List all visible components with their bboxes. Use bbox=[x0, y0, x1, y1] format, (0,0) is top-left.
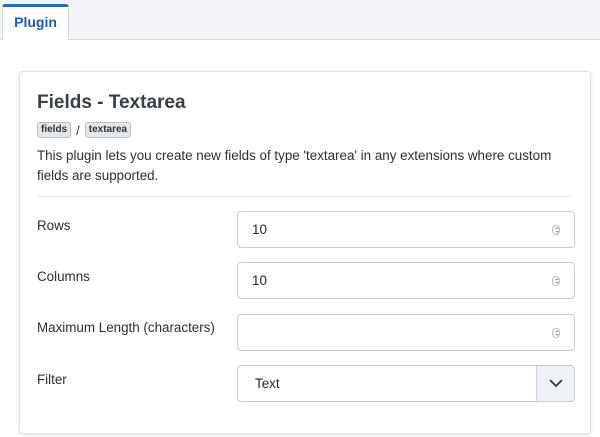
columns-value: 10 bbox=[252, 273, 267, 288]
tag-textarea: textarea bbox=[84, 122, 132, 138]
max-length-label: Maximum Length (characters) bbox=[37, 320, 215, 335]
chevron-down-icon[interactable] bbox=[536, 366, 574, 401]
columns-label: Columns bbox=[37, 269, 90, 284]
plugin-description: This plugin lets you create new fields o… bbox=[37, 148, 552, 183]
tab-bar: Plugin bbox=[0, 0, 600, 41]
tag-separator: / bbox=[76, 122, 80, 138]
tab-plugin[interactable]: Plugin bbox=[2, 4, 69, 41]
tag-fields: fields bbox=[37, 122, 72, 138]
plugin-card: Fields - Textarea fields / textarea This… bbox=[19, 71, 591, 434]
plugin-title: Fields - Textarea bbox=[37, 92, 186, 113]
number-spinner-icon[interactable] bbox=[552, 224, 560, 235]
filter-select[interactable]: Text bbox=[237, 365, 575, 402]
columns-input[interactable]: 10 bbox=[237, 262, 575, 299]
filter-value: Text bbox=[255, 376, 280, 391]
rows-input[interactable]: 10 bbox=[237, 211, 575, 248]
rows-value: 10 bbox=[252, 222, 267, 237]
divider bbox=[37, 196, 572, 197]
plugin-panel: Fields - Textarea fields / textarea This… bbox=[0, 40, 600, 437]
number-spinner-icon[interactable] bbox=[552, 275, 560, 286]
filter-label: Filter bbox=[37, 372, 67, 387]
rows-label: Rows bbox=[37, 218, 71, 233]
tab-plugin-label: Plugin bbox=[14, 14, 57, 30]
max-length-input[interactable] bbox=[237, 314, 575, 351]
plugin-tags: fields / textarea bbox=[37, 122, 132, 138]
number-spinner-icon[interactable] bbox=[552, 327, 560, 338]
